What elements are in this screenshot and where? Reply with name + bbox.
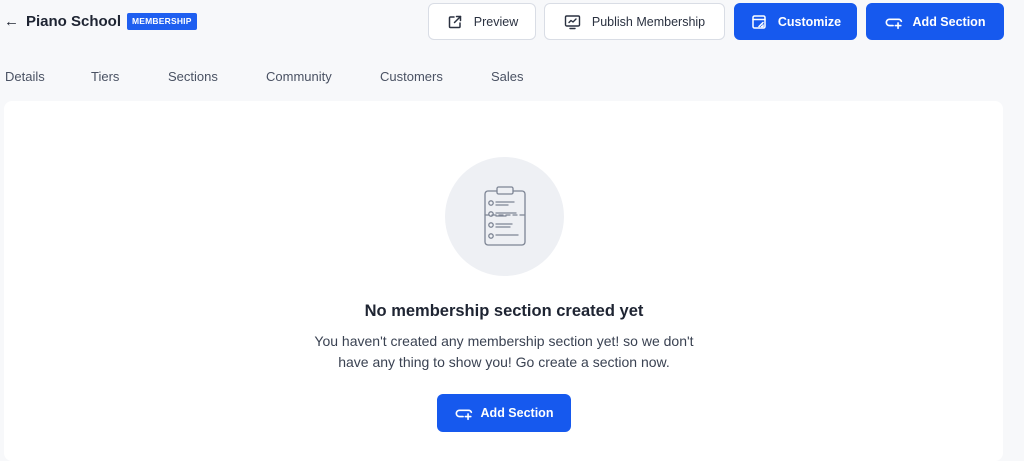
add-section-icon xyxy=(885,13,903,31)
tab-community[interactable]: Community xyxy=(266,68,332,86)
publish-membership-button[interactable]: Publish Membership xyxy=(544,3,725,40)
empty-state-description-line2: have any thing to show you! Go create a … xyxy=(338,354,670,370)
empty-state-description-line1: You haven't created any membership secti… xyxy=(314,333,694,349)
preview-label: Preview xyxy=(473,14,519,29)
add-section-button[interactable]: Add Section xyxy=(866,3,1004,40)
external-link-icon xyxy=(446,13,464,31)
top-bar: ← Piano School MEMBERSHIP Preview Publis… xyxy=(0,0,1024,44)
page-title: Piano School xyxy=(26,13,122,30)
add-section-icon xyxy=(455,404,473,422)
customize-label: Customize xyxy=(777,14,842,29)
tab-tiers[interactable]: Tiers xyxy=(91,68,119,86)
empty-state-add-section-button[interactable]: Add Section xyxy=(437,394,571,432)
arrow-left-icon[interactable]: ← xyxy=(4,13,19,31)
preview-button[interactable]: Preview xyxy=(428,3,536,40)
membership-badge: MEMBERSHIP xyxy=(127,13,197,30)
tab-sales[interactable]: Sales xyxy=(491,68,524,86)
customize-button[interactable]: Customize xyxy=(734,3,857,40)
empty-state-title: No membership section created yet xyxy=(364,302,644,320)
monitor-upload-icon xyxy=(564,13,582,31)
empty-state-add-section-label: Add Section xyxy=(480,406,554,420)
tab-customers[interactable]: Customers xyxy=(380,68,443,86)
add-section-label: Add Section xyxy=(912,14,986,29)
clipboard-checklist-icon xyxy=(445,157,564,276)
tab-sections[interactable]: Sections xyxy=(168,68,218,86)
empty-state-description: You haven't created any membership secti… xyxy=(264,331,744,373)
customize-window-icon xyxy=(750,13,768,31)
publish-label: Publish Membership xyxy=(591,14,706,29)
tab-bar: Details Tiers Sections Community Custome… xyxy=(0,68,1024,86)
empty-state-card: No membership section created yet You ha… xyxy=(4,101,1003,461)
tab-details[interactable]: Details xyxy=(5,68,45,86)
